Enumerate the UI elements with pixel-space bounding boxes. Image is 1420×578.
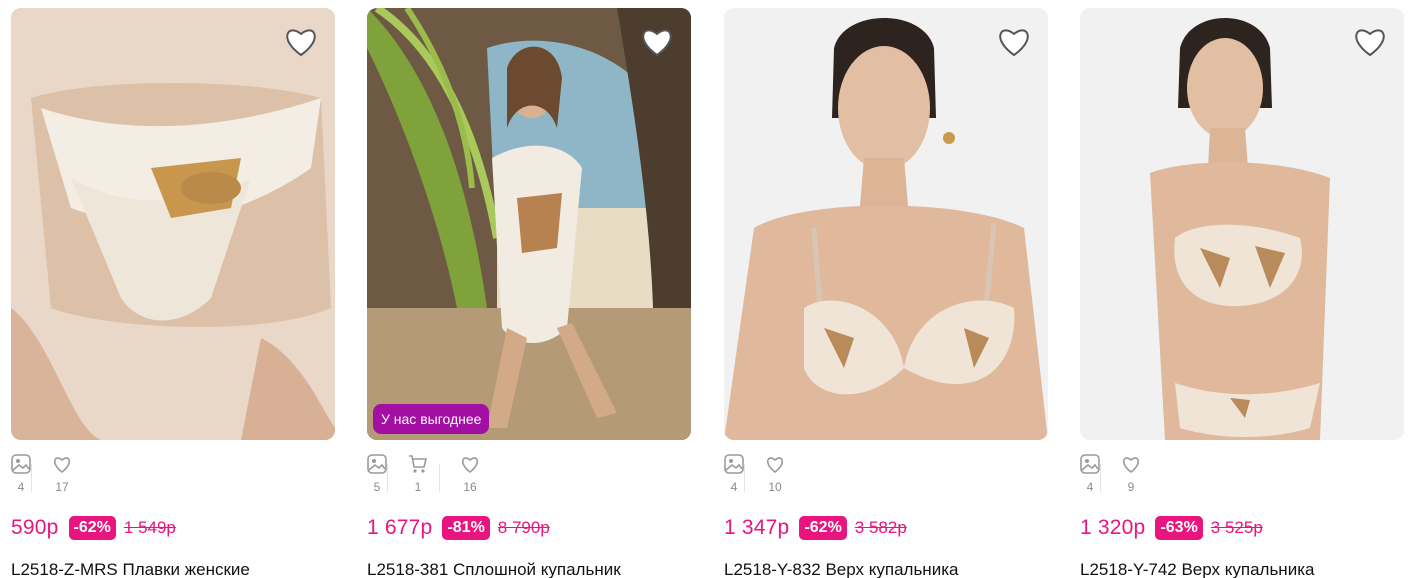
image-icon: [367, 454, 387, 474]
price-row: 1 677р -81% 8 790р: [367, 514, 550, 542]
stat-likes: 16: [439, 454, 491, 494]
heart-icon: [1123, 457, 1139, 474]
cart-icon: [409, 455, 428, 473]
product-photo[interactable]: У нас выгоднее: [367, 8, 691, 440]
stat-count: 4: [730, 480, 738, 494]
stat-count: 16: [463, 480, 477, 494]
stat-count: 10: [768, 480, 782, 494]
stat-count: 17: [55, 480, 69, 494]
product-photo[interactable]: [11, 8, 335, 440]
product-card[interactable]: 4 9 1 320р -63% 3 525р L2518-Y-742 Верх …: [1080, 8, 1404, 578]
heart-outline-icon: [1355, 29, 1385, 57]
favorite-button[interactable]: [996, 24, 1032, 60]
price-row: 590р -62% 1 549р: [11, 514, 176, 542]
heart-icon: [462, 457, 478, 474]
image-icon: [11, 454, 31, 474]
product-title[interactable]: L2518-Y-832 Верх купальника: [724, 560, 958, 578]
discount-badge: -63%: [1155, 516, 1203, 540]
product-image: [1080, 8, 1404, 440]
old-price: 1 549р: [123, 518, 176, 537]
product-image: [11, 8, 335, 440]
product-title[interactable]: L2518-Y-742 Верх купальника: [1080, 560, 1314, 578]
stat-likes: 9: [1100, 454, 1152, 494]
product-image: [367, 8, 691, 440]
product-card[interactable]: У нас выгоднее 5 1 16 1 677р -81% 8 790р…: [367, 8, 691, 578]
heart-icon: [54, 457, 70, 474]
product-stats: 4 17: [11, 454, 83, 494]
stat-photos: 4: [724, 454, 744, 494]
stat-count: 1: [414, 480, 422, 494]
stat-count: 9: [1127, 480, 1135, 494]
product-photo[interactable]: [724, 8, 1048, 440]
product-photo[interactable]: [1080, 8, 1404, 440]
price-row: 1 347р -62% 3 582р: [724, 514, 907, 542]
stat-photos: 4: [1080, 454, 1100, 494]
discount-badge: -62%: [799, 516, 847, 540]
heart-icon: [767, 457, 783, 474]
favorite-button[interactable]: [1352, 24, 1388, 60]
current-price: 1 677р: [367, 516, 433, 539]
product-title[interactable]: L2518-381 Сплошной купальник: [367, 560, 621, 578]
product-grid: 4 17 590р -62% 1 549р L2518-Z-MRS Плавки…: [0, 0, 1420, 578]
stat-count: 4: [17, 480, 25, 494]
product-card[interactable]: 4 10 1 347р -62% 3 582р L2518-Y-832 Верх…: [724, 8, 1048, 578]
current-price: 1 320р: [1080, 516, 1146, 539]
old-price: 3 582р: [854, 518, 907, 537]
image-icon: [724, 454, 744, 474]
favorite-button[interactable]: [283, 24, 319, 60]
current-price: 1 347р: [724, 516, 790, 539]
promo-badge: У нас выгоднее: [373, 404, 490, 434]
stat-likes: 17: [31, 454, 83, 494]
stat-cart: 1: [387, 454, 439, 494]
image-icon: [1080, 454, 1100, 474]
current-price: 590р: [11, 516, 59, 539]
heart-outline-icon: [642, 29, 672, 57]
discount-badge: -62%: [68, 516, 116, 540]
discount-badge: -81%: [442, 516, 490, 540]
product-title[interactable]: L2518-Z-MRS Плавки женские: [11, 560, 250, 578]
price-row: 1 320р -63% 3 525р: [1080, 514, 1263, 542]
old-price: 8 790р: [497, 518, 550, 537]
product-stats: 4 9: [1080, 454, 1152, 494]
stat-count: 5: [373, 480, 381, 494]
stat-photos: 5: [367, 454, 387, 494]
stat-photos: 4: [11, 454, 31, 494]
heart-outline-icon: [999, 29, 1029, 57]
product-card[interactable]: 4 17 590р -62% 1 549р L2518-Z-MRS Плавки…: [11, 8, 335, 578]
product-image: [724, 8, 1048, 440]
stat-likes: 10: [744, 454, 796, 494]
heart-outline-icon: [286, 29, 316, 57]
product-stats: 5 1 16: [367, 454, 491, 494]
old-price: 3 525р: [1210, 518, 1263, 537]
stat-count: 4: [1086, 480, 1094, 494]
favorite-button[interactable]: [639, 24, 675, 60]
product-stats: 4 10: [724, 454, 796, 494]
